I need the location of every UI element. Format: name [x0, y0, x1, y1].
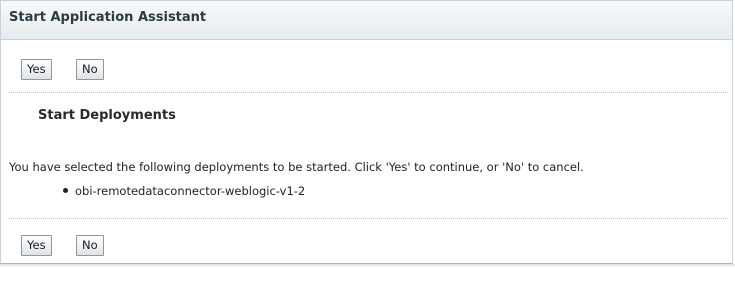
no-button-bottom[interactable]: No: [76, 235, 104, 256]
yes-button-bottom[interactable]: Yes: [21, 235, 52, 256]
section-title: Start Deployments: [38, 108, 176, 123]
divider-bottom: [9, 218, 728, 219]
bullet-icon: [63, 188, 68, 193]
panel-header: Start Application Assistant: [1, 1, 732, 40]
list-item: obi-remotedataconnector-weblogic-v1-2: [63, 184, 305, 198]
start-application-assistant-panel: Start Application Assistant Yes No Start…: [0, 0, 733, 264]
deployment-list: obi-remotedataconnector-weblogic-v1-2: [63, 184, 305, 198]
divider-top: [9, 92, 728, 93]
panel-title: Start Application Assistant: [9, 10, 207, 25]
confirmation-message: You have selected the following deployme…: [9, 160, 584, 174]
no-button-top[interactable]: No: [76, 59, 104, 80]
deployment-name: obi-remotedataconnector-weblogic-v1-2: [75, 184, 306, 198]
yes-button-top[interactable]: Yes: [21, 59, 52, 80]
panel-shadow: [0, 264, 735, 267]
